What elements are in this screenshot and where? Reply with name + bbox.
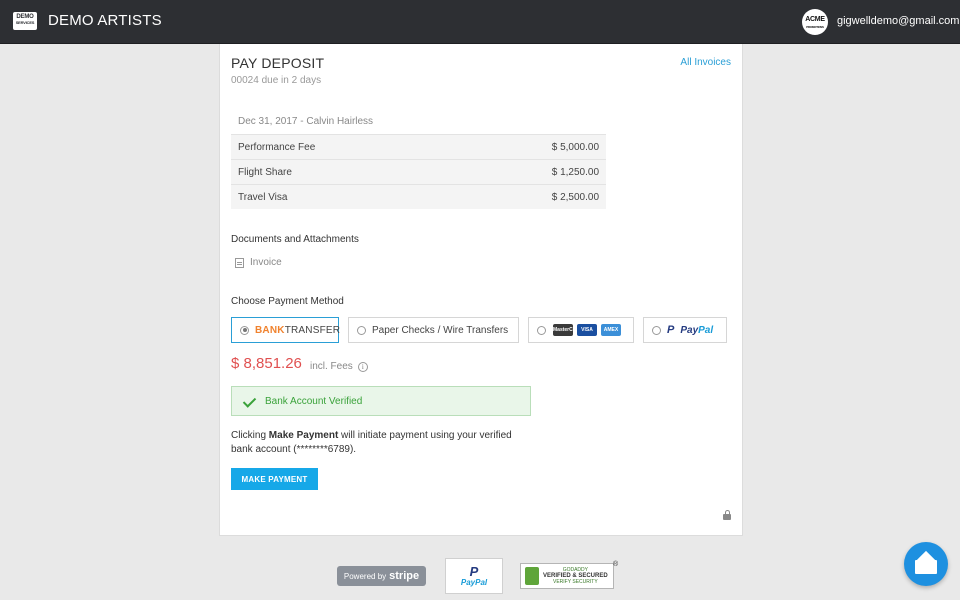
- due-text: 00024 due in 2 days: [231, 75, 322, 86]
- stripe-prefix: Powered by: [343, 571, 387, 581]
- paypal-badge[interactable]: P PayPal: [445, 558, 503, 594]
- notice-part1: Clicking: [231, 430, 269, 441]
- line-item-amount: $ 5,000.00: [551, 141, 599, 153]
- documents-heading: Documents and Attachments: [231, 234, 359, 245]
- make-payment-button[interactable]: MAKE PAYMENT: [231, 468, 318, 490]
- payment-card: PAY DEPOSIT 00024 due in 2 days All Invo…: [219, 44, 743, 536]
- avatar-bottom: PROMOTIONS: [806, 25, 824, 29]
- line-item-amount: $ 1,250.00: [551, 166, 599, 178]
- radio-checks[interactable]: [357, 325, 366, 335]
- lock-icon: [723, 510, 731, 520]
- payment-option-checks[interactable]: Paper Checks / Wire Transfers: [348, 317, 519, 343]
- stripe-name: stripe: [389, 570, 420, 582]
- line-item-label: Performance Fee: [238, 141, 316, 153]
- line-item-label: Travel Visa: [238, 191, 288, 203]
- fees-note: incl. Fees i: [310, 361, 368, 372]
- bank-logo-part2: TRANSFER: [284, 324, 341, 336]
- line-item-label: Flight Share: [238, 166, 292, 178]
- top-bar: DEMO SERVICES DEMO ARTISTS ACME PROMOTIO…: [0, 0, 960, 44]
- verified-banner: Bank Account Verified: [231, 386, 531, 416]
- godaddy-security-badge[interactable]: GODADDY VERIFIED & SECURED VERIFY SECURI…: [520, 563, 614, 589]
- invoice-table: Dec 31, 2017 - Calvin Hairless Performan…: [231, 110, 606, 209]
- bank-transfer-logo: BANKTRANSFER: [255, 325, 340, 336]
- fees-label: incl. Fees: [310, 361, 353, 372]
- verified-message: Bank Account Verified: [265, 395, 363, 407]
- radio-card[interactable]: [537, 325, 546, 335]
- paypal-badge-label: PayPal: [460, 578, 488, 587]
- paypal-icon: P: [667, 324, 675, 336]
- table-row: Performance Fee $ 5,000.00: [231, 134, 606, 159]
- payment-method-heading: Choose Payment Method: [231, 296, 344, 307]
- notice-bold: Make Payment: [268, 430, 339, 441]
- shield-icon: [525, 567, 539, 585]
- powered-by-stripe-badge[interactable]: Powered by stripe: [337, 566, 426, 586]
- radio-paypal[interactable]: [652, 325, 661, 335]
- paypal-logo: PayPal: [680, 325, 713, 336]
- payment-notice: Clicking Make Payment will initiate paym…: [231, 429, 531, 457]
- brand-logo[interactable]: DEMO SERVICES: [13, 12, 37, 30]
- checkmark-icon: [242, 397, 255, 406]
- payment-option-card[interactable]: MasterCard VISA AMEX: [528, 317, 634, 343]
- registered-mark: ®: [613, 561, 619, 568]
- paypal-part2: Pal: [698, 324, 714, 336]
- paypal-part1: Pay: [680, 324, 699, 336]
- chat-button[interactable]: [904, 542, 948, 586]
- table-row: Flight Share $ 1,250.00: [231, 159, 606, 184]
- table-row: Travel Visa $ 2,500.00: [231, 184, 606, 209]
- payment-option-paypal[interactable]: P PayPal: [643, 317, 727, 343]
- total-amount: $ 8,851.26: [231, 355, 302, 372]
- paypal-badge-icon: P: [469, 564, 479, 579]
- avatar-top: ACME: [805, 16, 825, 23]
- info-icon[interactable]: i: [357, 361, 368, 372]
- mastercard-icon: MasterCard: [553, 324, 581, 336]
- user-email[interactable]: gigwelldemo@gmail.com: [837, 15, 959, 27]
- avatar[interactable]: ACME PROMOTIONS: [802, 9, 828, 35]
- godaddy-text: GODADDY VERIFIED & SECURED VERIFY SECURI…: [543, 567, 608, 585]
- invoice-date-line: Dec 31, 2017 - Calvin Hairless: [238, 116, 374, 127]
- godaddy-sub: VERIFY SECURITY: [553, 579, 598, 585]
- checks-label: Paper Checks / Wire Transfers: [372, 324, 509, 336]
- visa-icon: VISA: [577, 324, 597, 336]
- line-item-amount: $ 2,500.00: [551, 191, 599, 203]
- all-invoices-link[interactable]: All Invoices: [680, 57, 731, 68]
- radio-bank-transfer[interactable]: [240, 325, 249, 335]
- document-name: Invoice: [250, 257, 282, 268]
- amex-icon: AMEX: [601, 324, 621, 336]
- envelope-icon: [915, 559, 937, 574]
- document-icon: [235, 257, 244, 268]
- brand-logo-bottom: SERVICES: [15, 20, 35, 25]
- payment-option-bank-transfer[interactable]: BANKTRANSFER: [231, 317, 340, 343]
- brand-name[interactable]: DEMO ARTISTS: [48, 12, 162, 29]
- page-title: PAY DEPOSIT: [231, 55, 325, 71]
- bank-logo-part1: BANK: [255, 324, 285, 336]
- document-link-invoice[interactable]: Invoice: [235, 257, 282, 268]
